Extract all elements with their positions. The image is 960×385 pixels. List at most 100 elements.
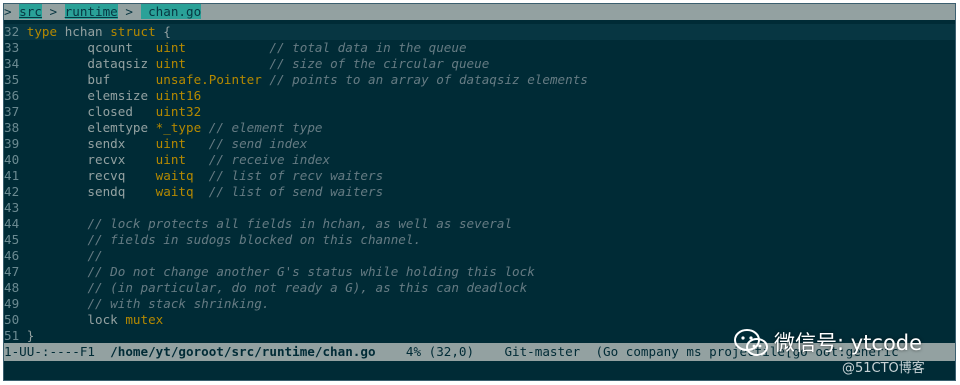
code-text: { bbox=[155, 24, 171, 39]
code-text: hchan bbox=[57, 24, 111, 39]
code-type: uint16 bbox=[155, 88, 202, 103]
code-comment: // lock protects all fields in hchan, as… bbox=[87, 216, 513, 231]
gutter-space bbox=[19, 264, 27, 279]
code-line[interactable]: 40 recvx uint // receive index bbox=[4, 152, 955, 168]
code-line[interactable]: 42 sendq waitq // list of send waiters bbox=[4, 184, 955, 200]
code-type: uint bbox=[155, 152, 187, 167]
breadcrumb-runtime[interactable]: runtime bbox=[64, 4, 118, 19]
code-line[interactable]: 49 // with stack shrinking. bbox=[4, 296, 955, 312]
code-text: recvq bbox=[26, 168, 156, 183]
line-number: 40 bbox=[4, 152, 20, 167]
code-type: uint bbox=[155, 40, 187, 55]
line-number: 46 bbox=[4, 248, 20, 263]
code-text: sendq bbox=[26, 184, 156, 199]
line-number: 38 bbox=[4, 120, 20, 135]
gutter-space bbox=[19, 312, 27, 327]
code-comment: // list of recv waiters bbox=[208, 168, 384, 183]
code-line[interactable]: 44 // lock protects all fields in hchan,… bbox=[4, 216, 955, 232]
code-line[interactable]: 34 dataqsiz uint // size of the circular… bbox=[4, 56, 955, 72]
code-line[interactable]: 48 // (in particular, do not ready a G),… bbox=[4, 280, 955, 296]
code-keyword: type bbox=[26, 24, 58, 39]
code-line[interactable]: 46 // bbox=[4, 248, 955, 264]
code-text: sendx bbox=[26, 136, 156, 151]
gutter-space bbox=[19, 24, 27, 39]
code-keyword: struct bbox=[110, 24, 156, 39]
breadcrumb-file[interactable]: chan.go bbox=[140, 4, 202, 19]
code-text: dataqsiz bbox=[26, 56, 156, 71]
gutter-space bbox=[19, 296, 27, 311]
gutter-space bbox=[19, 168, 27, 183]
emacs-window: > src > runtime > chan.go 32 type hchan … bbox=[3, 3, 956, 381]
minibuffer[interactable] bbox=[4, 361, 955, 380]
gutter-space bbox=[19, 280, 27, 295]
code-line[interactable]: 41 recvq waitq // list of recv waiters bbox=[4, 168, 955, 184]
code-type: *_type bbox=[155, 120, 202, 135]
line-number: 51 bbox=[4, 328, 20, 343]
code-line[interactable]: 39 sendx uint // send index bbox=[4, 136, 955, 152]
gutter-space bbox=[19, 136, 27, 151]
code-comment: // points to an array of dataqsiz elemen… bbox=[269, 72, 588, 87]
wechat-watermark: 微信号: ytcode bbox=[734, 326, 922, 360]
code-line[interactable]: 43 bbox=[4, 200, 955, 216]
line-number: 41 bbox=[4, 168, 20, 183]
code-text: recvx bbox=[26, 152, 156, 167]
gutter-space bbox=[19, 200, 27, 215]
code-comment: // send index bbox=[208, 136, 308, 151]
gutter-space bbox=[19, 216, 27, 231]
code-comment: // size of the circular queue bbox=[269, 56, 490, 71]
line-number: 35 bbox=[4, 72, 20, 87]
code-comment: // total data in the queue bbox=[269, 40, 467, 55]
gutter-space bbox=[19, 248, 27, 263]
line-number: 39 bbox=[4, 136, 20, 151]
code-line[interactable]: 33 qcount uint // total data in the queu… bbox=[4, 40, 955, 56]
code-line[interactable]: 45 // fields in sudogs blocked on this c… bbox=[4, 232, 955, 248]
gutter-space bbox=[19, 232, 27, 247]
code-text: lock bbox=[26, 312, 126, 327]
code-line[interactable]: 37 closed uint32 bbox=[4, 104, 955, 120]
wechat-icon bbox=[734, 329, 768, 356]
code-text: closed bbox=[26, 104, 156, 119]
code-line[interactable]: 32 type hchan struct { bbox=[4, 24, 955, 40]
gutter-space bbox=[19, 184, 27, 199]
gutter-space bbox=[19, 152, 27, 167]
buffer-status: 1-UU-:----F1 bbox=[4, 344, 111, 359]
code-text: buf bbox=[26, 72, 156, 87]
code-line[interactable]: 47 // Do not change another G's status w… bbox=[4, 264, 955, 280]
line-number: 48 bbox=[4, 280, 20, 295]
gutter-space bbox=[19, 120, 27, 135]
site-watermark: @51CTO博客 bbox=[842, 361, 925, 376]
breadcrumb-separator: > bbox=[41, 4, 65, 19]
git-branch: Git-master bbox=[504, 344, 596, 359]
gutter-space bbox=[19, 328, 27, 343]
code-line[interactable]: 35 buf unsafe.Pointer // points to an ar… bbox=[4, 72, 955, 88]
code-type: uint32 bbox=[155, 104, 202, 119]
gutter-space bbox=[19, 104, 27, 119]
line-number: 32 bbox=[4, 24, 20, 39]
code-type: uint bbox=[155, 56, 187, 71]
line-number: 44 bbox=[4, 216, 20, 231]
code-line[interactable]: 38 elemtype *_type // element type bbox=[4, 120, 955, 136]
breadcrumb: > src > runtime > chan.go bbox=[4, 4, 955, 20]
breadcrumb-prefix: > bbox=[4, 4, 20, 19]
breadcrumb-separator: > bbox=[117, 4, 141, 19]
code-text: elemsize bbox=[26, 88, 156, 103]
line-number: 49 bbox=[4, 296, 20, 311]
code-editor[interactable]: 32 type hchan struct {33 qcount uint // … bbox=[4, 24, 955, 344]
line-number: 47 bbox=[4, 264, 20, 279]
line-number: 43 bbox=[4, 200, 20, 215]
code-type: waitq bbox=[155, 168, 194, 183]
gutter-space bbox=[19, 88, 27, 103]
breadcrumb-src[interactable]: src bbox=[19, 4, 42, 19]
line-number: 34 bbox=[4, 56, 20, 71]
code-line[interactable]: 36 elemsize uint16 bbox=[4, 88, 955, 104]
